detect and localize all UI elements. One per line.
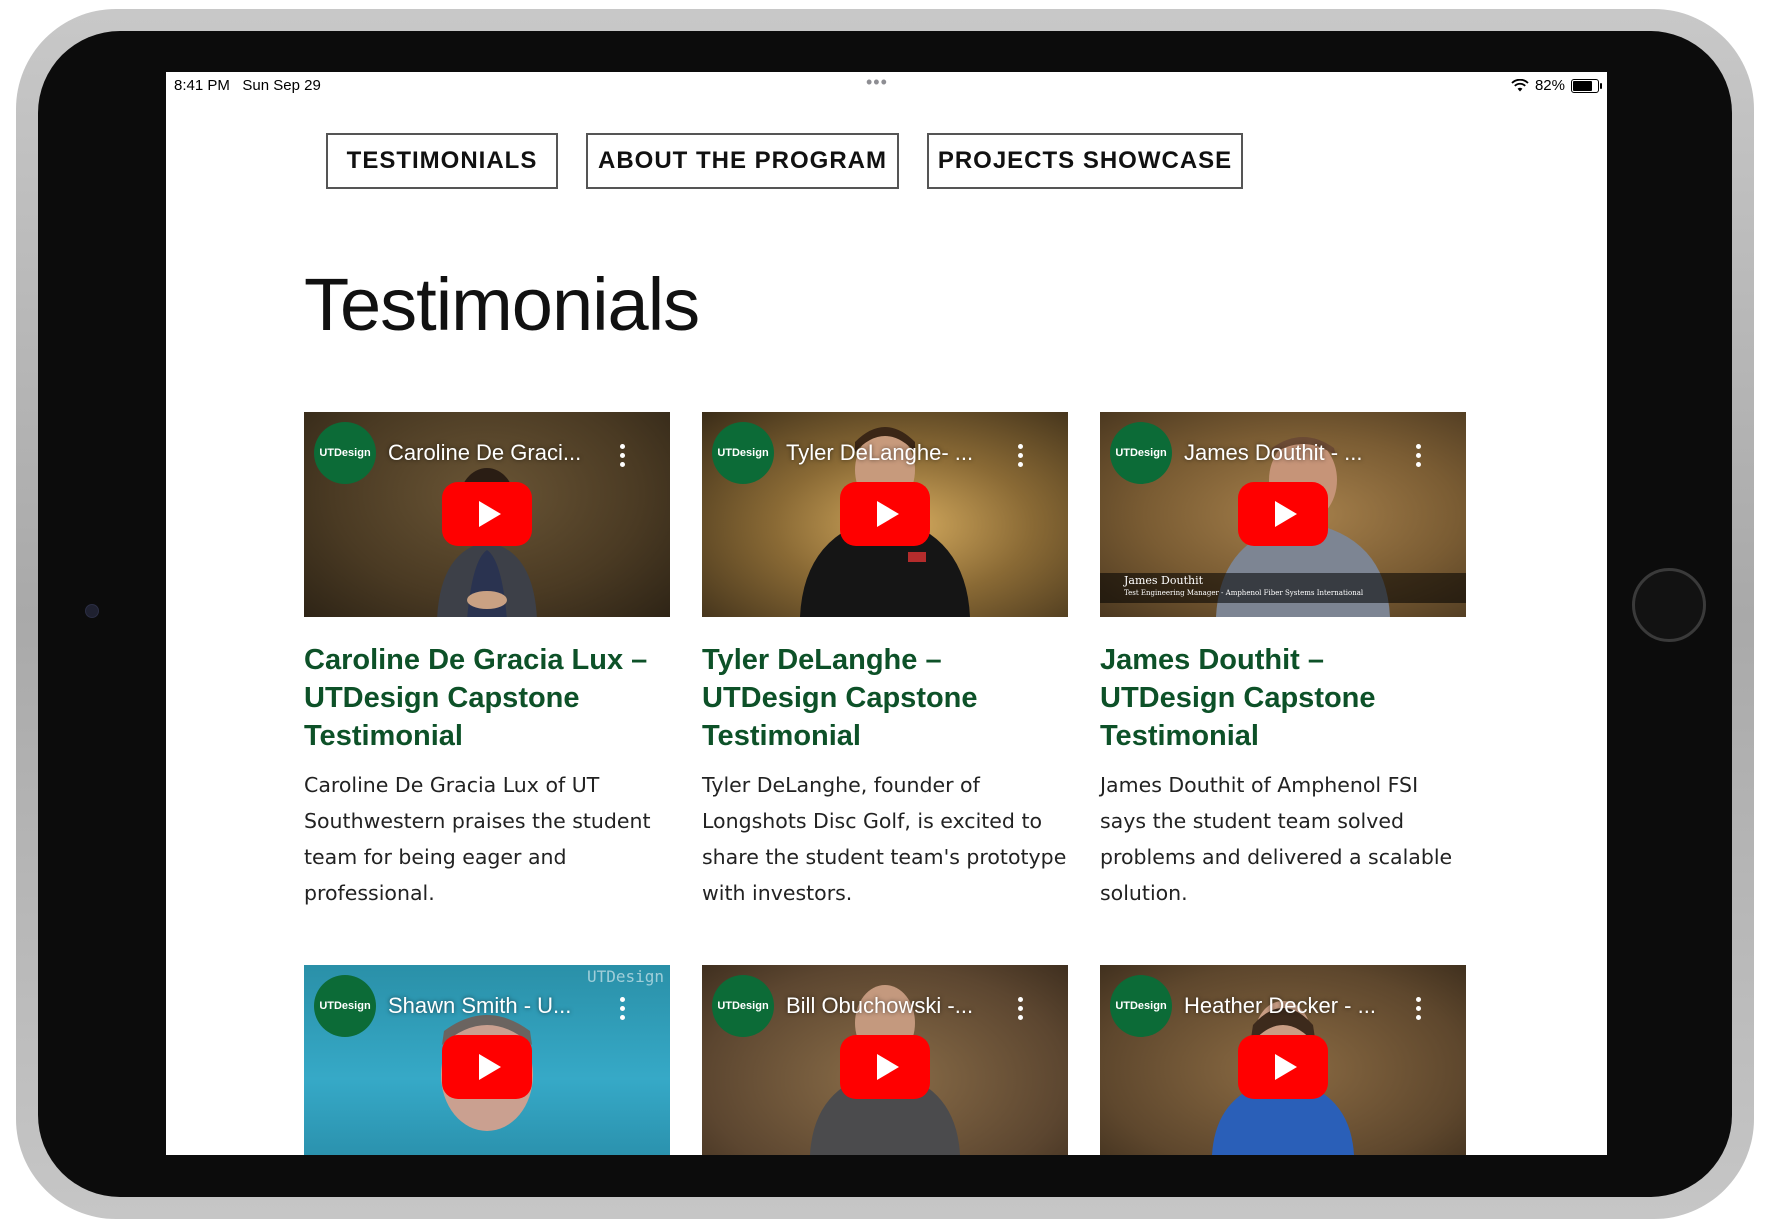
channel-logo[interactable]: UTDesign (712, 975, 774, 1037)
lower-third-name: James Douthit (1124, 574, 1204, 587)
video-card: UTDesign Tyler DeLanghe- ... Tyler DeLan… (702, 412, 1068, 911)
multitask-dots[interactable]: ••• (866, 72, 888, 93)
video-card: UTDesign Heather Decker - ... (1100, 965, 1466, 1155)
battery-icon (1571, 78, 1602, 93)
card-title[interactable]: James Douthit – UTDesign Capstone Testim… (1100, 641, 1466, 755)
card-description: James Douthit of Amphenol FSI says the s… (1100, 773, 1453, 905)
video-thumbnail[interactable]: UTDesign Caroline De Graci... (304, 412, 670, 617)
screen: 8:41 PM Sun Sep 29 ••• 82% TESTIMONIALS … (166, 72, 1607, 1155)
battery-percent: 82% (1534, 77, 1565, 94)
more-options-icon[interactable] (1018, 997, 1024, 1020)
play-button-icon[interactable] (1238, 1035, 1328, 1099)
video-title[interactable]: James Douthit - ... (1184, 440, 1363, 466)
video-card: UTDesign Bill Obuchowski -... (702, 965, 1068, 1155)
front-camera (85, 604, 99, 618)
video-title[interactable]: Caroline De Graci... (388, 440, 581, 466)
video-thumbnail[interactable]: UTDesign Tyler DeLanghe- ... (702, 412, 1068, 617)
channel-logo[interactable]: UTDesign (712, 422, 774, 484)
wifi-icon (1511, 79, 1529, 92)
channel-logo[interactable]: UTDesign (1110, 975, 1172, 1037)
nav-testimonials-button[interactable]: TESTIMONIALS (326, 133, 558, 189)
video-thumbnail[interactable]: UTDesign Bill Obuchowski -... (702, 965, 1068, 1155)
status-time: 8:41 PM Sun Sep 29 (174, 77, 321, 94)
channel-logo[interactable]: UTDesign (314, 975, 376, 1037)
page-title: Testimonials (304, 263, 700, 346)
video-thumbnail[interactable]: UTDesign Heather Decker - ... (1100, 965, 1466, 1155)
nav-about-button[interactable]: ABOUT THE PROGRAM (586, 133, 899, 189)
more-options-icon[interactable] (1416, 997, 1422, 1020)
more-options-icon[interactable] (620, 997, 626, 1020)
card-title[interactable]: Tyler DeLanghe – UTDesign Capstone Testi… (702, 641, 1068, 755)
status-right: 82% (1511, 77, 1602, 94)
video-title[interactable]: Shawn Smith - U... (388, 993, 571, 1019)
video-thumbnail[interactable]: UTDesign UTDesign Shawn Smith - U... (304, 965, 670, 1155)
video-thumbnail[interactable]: James Douthit Test Engineering Manager -… (1100, 412, 1466, 617)
more-options-icon[interactable] (1018, 444, 1024, 467)
more-options-icon[interactable] (620, 444, 626, 467)
video-card: UTDesign Caroline De Graci... Caroline D… (304, 412, 670, 911)
video-title[interactable]: Tyler DeLanghe- ... (786, 440, 973, 466)
nav-projects-button[interactable]: PROJECTS SHOWCASE (927, 133, 1243, 189)
video-title[interactable]: Heather Decker - ... (1184, 993, 1376, 1019)
lower-third-role: Test Engineering Manager - Amphenol Fibe… (1124, 589, 1364, 597)
lower-third-caption: James Douthit Test Engineering Manager -… (1100, 573, 1466, 603)
card-title[interactable]: Caroline De Gracia Lux – UTDesign Capsto… (304, 641, 670, 755)
channel-logo[interactable]: UTDesign (314, 422, 376, 484)
video-card: James Douthit Test Engineering Manager -… (1100, 412, 1466, 911)
play-button-icon[interactable] (840, 1035, 930, 1099)
play-button-icon[interactable] (442, 482, 532, 546)
play-button-icon[interactable] (1238, 482, 1328, 546)
play-button-icon[interactable] (840, 482, 930, 546)
home-button[interactable] (1632, 568, 1706, 642)
video-title[interactable]: Bill Obuchowski -... (786, 993, 973, 1019)
card-description: Caroline De Gracia Lux of UT Southwester… (304, 773, 651, 905)
channel-logo[interactable]: UTDesign (1110, 422, 1172, 484)
status-bar: 8:41 PM Sun Sep 29 ••• 82% (166, 72, 1607, 100)
video-card: UTDesign UTDesign Shawn Smith - U... (304, 965, 670, 1155)
card-description: Tyler DeLanghe, founder of Longshots Dis… (702, 773, 1067, 905)
more-options-icon[interactable] (1416, 444, 1422, 467)
play-button-icon[interactable] (442, 1035, 532, 1099)
battery-level (1573, 80, 1593, 91)
watermark-text: UTDesign (586, 967, 664, 986)
